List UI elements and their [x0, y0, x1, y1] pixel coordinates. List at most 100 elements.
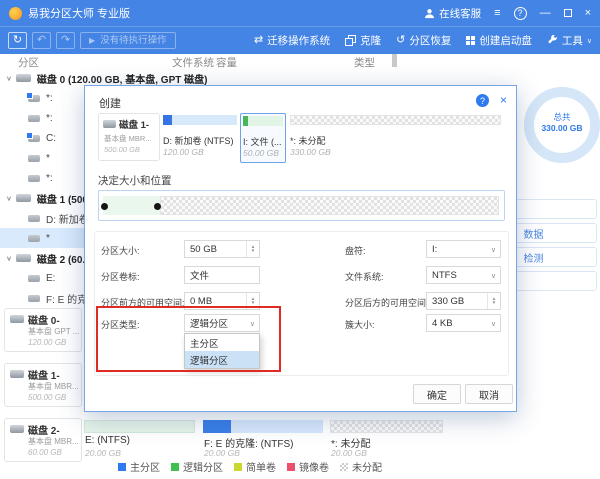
- disk-icon: [10, 370, 24, 378]
- slider-handle-right[interactable]: [154, 203, 161, 210]
- pending-operations-button[interactable]: ▶ 没有待执行操作: [80, 32, 176, 49]
- person-icon: [424, 8, 435, 19]
- close-button[interactable]: ×: [585, 8, 591, 19]
- cluster-size-select[interactable]: 4 KB ∨: [426, 314, 501, 332]
- partition-icon: [28, 215, 40, 222]
- clone-label: 克隆: [360, 33, 381, 48]
- toolbar: ↻ ↶ ↷ ▶ 没有待执行操作 ⇄ 迁移操作系统 克隆 ↺ 分区恢复 创建启动盘…: [0, 26, 600, 54]
- minimize-button[interactable]: —: [540, 8, 551, 19]
- play-icon: ▶: [89, 37, 95, 45]
- scrollbar-thumb[interactable]: [392, 54, 397, 67]
- partition-recovery-button[interactable]: ↺ 分区恢复: [396, 33, 451, 48]
- partition-icon: [28, 235, 40, 242]
- disk2-card[interactable]: 磁盘 2- 基本盘 MBR... 60.00 GB: [4, 418, 82, 462]
- filesystem-select[interactable]: NTFS ∨: [426, 266, 501, 284]
- clone-button[interactable]: 克隆: [345, 33, 381, 48]
- online-service-button[interactable]: 在线客服: [424, 6, 481, 21]
- slider-unallocated-region: [160, 196, 499, 215]
- spinner-icon[interactable]: ▲▼: [487, 293, 500, 309]
- dialog-disk-card: 磁盘 1- 基本盘 MBR... 500.00 GB: [98, 113, 160, 161]
- disk0-card[interactable]: 磁盘 0- 基本盘 GPT ... 120.00 GB: [4, 308, 82, 352]
- partition-type-label: 分区类型:: [101, 318, 140, 331]
- partition-label-input[interactable]: 文件: [184, 266, 260, 284]
- chevron-down-icon: ∨: [491, 246, 496, 254]
- app-title: 易我分区大师 专业版: [28, 5, 130, 21]
- create-partition-dialog: 创建 ? × 磁盘 1- 基本盘 MBR... 500.00 GB D: 新加卷…: [84, 85, 517, 412]
- redo-button[interactable]: ↷: [56, 32, 75, 49]
- partition-bar: [243, 116, 283, 126]
- partition-recovery-label: 分区恢复: [409, 33, 451, 48]
- dialog-close-icon[interactable]: ×: [500, 93, 507, 107]
- disk-icon: [16, 194, 31, 202]
- migrate-os-button[interactable]: ⇄ 迁移操作系统: [254, 33, 330, 48]
- disk1-card[interactable]: 磁盘 1- 基本盘 MBR... 500.00 GB: [4, 363, 82, 407]
- disk2-partition-unallocated[interactable]: *: 未分配 20.00 GB: [330, 418, 443, 462]
- cancel-button[interactable]: 取消: [465, 384, 513, 404]
- disk2-partition-f[interactable]: F: E 的克隆: (NTFS) 20.00 GB: [203, 418, 323, 462]
- refresh-button[interactable]: ↻: [8, 32, 27, 49]
- partition-icon: [28, 95, 40, 102]
- mirror-volume-swatch: [287, 463, 295, 471]
- partition-bar: [84, 420, 195, 433]
- partition-bar: [163, 115, 237, 125]
- partition-icon: [28, 295, 40, 302]
- online-service-label: 在线客服: [439, 6, 481, 21]
- dialog-help-icon[interactable]: ?: [476, 94, 489, 107]
- menu-icon[interactable]: ≡: [494, 8, 500, 19]
- clone-icon: [345, 35, 356, 46]
- disk-icon: [10, 315, 24, 323]
- column-capacity: 容量: [216, 55, 237, 70]
- ok-button[interactable]: 确定: [413, 384, 461, 404]
- spinner-icon[interactable]: ▲▼: [246, 241, 259, 257]
- undo-button[interactable]: ↶: [32, 32, 51, 49]
- title-bar: 易我分区大师 专业版 在线客服 ≡ ? — ×: [0, 0, 600, 26]
- disk-icon: [103, 120, 116, 128]
- create-bootable-disk-button[interactable]: 创建启动盘: [466, 33, 532, 48]
- drive-letter-select[interactable]: I: ∨: [426, 240, 501, 258]
- cluster-size-label: 簇大小:: [345, 318, 375, 331]
- spinner-icon[interactable]: ▲▼: [246, 293, 259, 309]
- chevron-down-icon: ∨: [491, 272, 496, 280]
- primary-partition-swatch: [118, 463, 126, 471]
- space-after-label: 分区后方的可用空间:: [345, 296, 429, 309]
- partition-icon: [28, 175, 40, 182]
- disk-icon: [16, 254, 31, 262]
- dialog-partition-unallocated[interactable]: *: 未分配 330.00 GB: [288, 113, 503, 163]
- unallocated-swatch: [340, 463, 348, 471]
- space-before-field[interactable]: 0 MB ▲▼: [184, 292, 260, 310]
- space-after-field[interactable]: 330 GB ▲▼: [426, 292, 501, 310]
- partition-size-field[interactable]: 50 GB ▲▼: [184, 240, 260, 258]
- dialog-partition-d[interactable]: D: 新加卷 (NTFS) 120.00 GB: [161, 113, 239, 163]
- dialog-partition-i-selected[interactable]: I: 文件 (... 50.00 GB: [240, 113, 286, 163]
- partition-icon: [28, 135, 40, 142]
- total-value: 330.00 GB: [522, 123, 600, 134]
- slider-partition-region: [103, 196, 160, 215]
- pending-operations-label: 没有待执行操作: [100, 36, 167, 46]
- help-icon[interactable]: ?: [514, 7, 527, 20]
- chevron-down-icon: ∨: [491, 320, 496, 328]
- grid-icon: [466, 36, 475, 45]
- logical-partition-swatch: [171, 463, 179, 471]
- chevron-down-icon: ∨: [250, 320, 255, 328]
- dropdown-option-logical[interactable]: 逻辑分区: [185, 351, 259, 368]
- partition-icon: [28, 275, 40, 282]
- partition-recovery-icon: ↺: [396, 35, 405, 46]
- partition-type-select[interactable]: 逻辑分区 ∨: [184, 314, 260, 332]
- disk2-partition-e[interactable]: E: (NTFS) 20.00 GB: [84, 418, 195, 462]
- column-filesystem: 文件系统: [172, 55, 214, 70]
- size-slider[interactable]: [98, 190, 505, 221]
- legend: 主分区 逻辑分区 简单卷 镜像卷 未分配: [118, 459, 382, 474]
- maximize-button[interactable]: [564, 9, 572, 17]
- disk-icon: [16, 74, 31, 82]
- partition-size-label: 分区大小:: [101, 244, 140, 257]
- partition-icon: [28, 155, 40, 162]
- dropdown-option-primary[interactable]: 主分区: [185, 334, 259, 351]
- partition-type-dropdown: 主分区 逻辑分区: [184, 333, 260, 369]
- partition-bar: [290, 115, 501, 125]
- disk-info-panel: 总共 330.00 GB 数据 检测: [520, 54, 600, 479]
- app-logo-icon: [9, 7, 22, 20]
- column-type: 类型: [354, 55, 375, 70]
- slider-handle-left[interactable]: [101, 203, 108, 210]
- partition-label-label: 分区卷标:: [101, 270, 140, 283]
- tools-button[interactable]: 工具 ∨: [547, 33, 592, 48]
